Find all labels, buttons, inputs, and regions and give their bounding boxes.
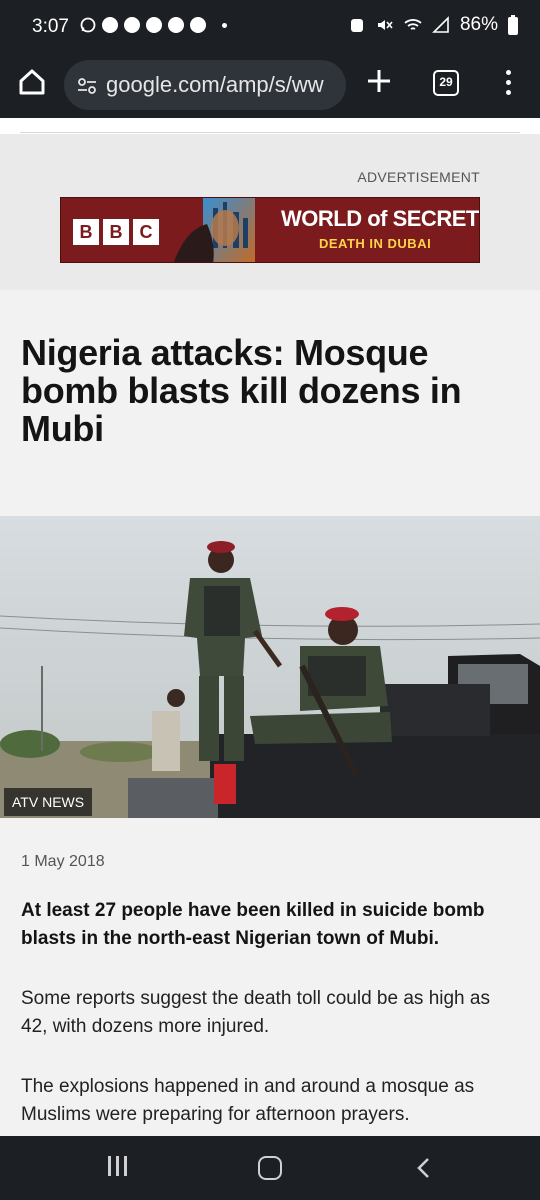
bbc-logo: B B C <box>73 219 159 245</box>
browser-toolbar: google.com/amp/s/ww 29 <box>0 52 540 118</box>
article-headline: Nigeria attacks: Mosque bomb blasts kill… <box>21 332 462 449</box>
ad-title: WORLD of SECRETS <box>281 206 480 231</box>
new-tab-icon[interactable] <box>366 68 392 94</box>
system-nav-bar <box>0 1136 540 1200</box>
home-button-icon[interactable] <box>258 1156 282 1180</box>
back-icon[interactable] <box>410 1154 438 1182</box>
facebook-icon <box>102 17 118 33</box>
facebook-icon <box>124 17 140 33</box>
article-lead: At least 27 people have been killed in s… <box>21 900 485 949</box>
article-paragraph: The explosions happened in and around a … <box>21 1076 475 1125</box>
image-credit: ATV NEWS <box>4 788 93 816</box>
advertisement-section: ADVERTISEMENT B B C WORLD of SECRETS DEA… <box>0 134 540 290</box>
home-icon[interactable] <box>16 66 48 98</box>
battery-icon <box>508 15 518 35</box>
article-photo <box>0 516 540 818</box>
whatsapp-icon <box>80 17 96 33</box>
article-body: 1 May 2018 At least 27 people have been … <box>0 818 540 1136</box>
facebook-icon <box>190 17 206 33</box>
ad-banner[interactable]: B B C WORLD of SECRETS DEATH IN DUBAI <box>60 197 480 263</box>
article-date: 1 May 2018 <box>21 853 105 870</box>
mute-icon <box>377 20 393 30</box>
url-text[interactable]: google.com/amp/s/ww <box>106 72 324 98</box>
page-top-strip <box>0 118 540 134</box>
site-info-icon[interactable] <box>76 75 98 97</box>
dot-icon <box>222 22 227 28</box>
tab-switcher-icon[interactable]: 29 <box>433 70 459 96</box>
bbc-letter: B <box>73 219 99 245</box>
ad-label: ADVERTISEMENT <box>357 169 480 185</box>
address-bar[interactable]: google.com/amp/s/ww <box>64 60 346 110</box>
wifi-icon <box>404 19 422 30</box>
status-time: 3:07 <box>32 16 69 37</box>
more-menu-icon[interactable] <box>500 70 516 98</box>
facebook-icon <box>146 17 162 33</box>
article-header: Nigeria attacks: Mosque bomb blasts kill… <box>0 290 540 516</box>
article-paragraph: Some reports suggest the death toll coul… <box>21 988 490 1037</box>
ad-subtitle: DEATH IN DUBAI <box>319 236 432 251</box>
bbc-letter: C <box>133 219 159 245</box>
recent-apps-icon[interactable] <box>108 1156 132 1178</box>
battery-percent: 86% <box>459 14 498 35</box>
status-bar: 3:07 86% <box>0 0 540 52</box>
bbc-letter: B <box>103 219 129 245</box>
signal-icon <box>432 16 449 33</box>
article-image[interactable]: ATV NEWS <box>0 516 540 818</box>
alarm-icon <box>350 19 363 32</box>
notification-icons <box>80 17 227 33</box>
status-right: 86% <box>348 14 518 36</box>
ad-artwork <box>173 198 255 262</box>
facebook-icon <box>168 17 184 33</box>
